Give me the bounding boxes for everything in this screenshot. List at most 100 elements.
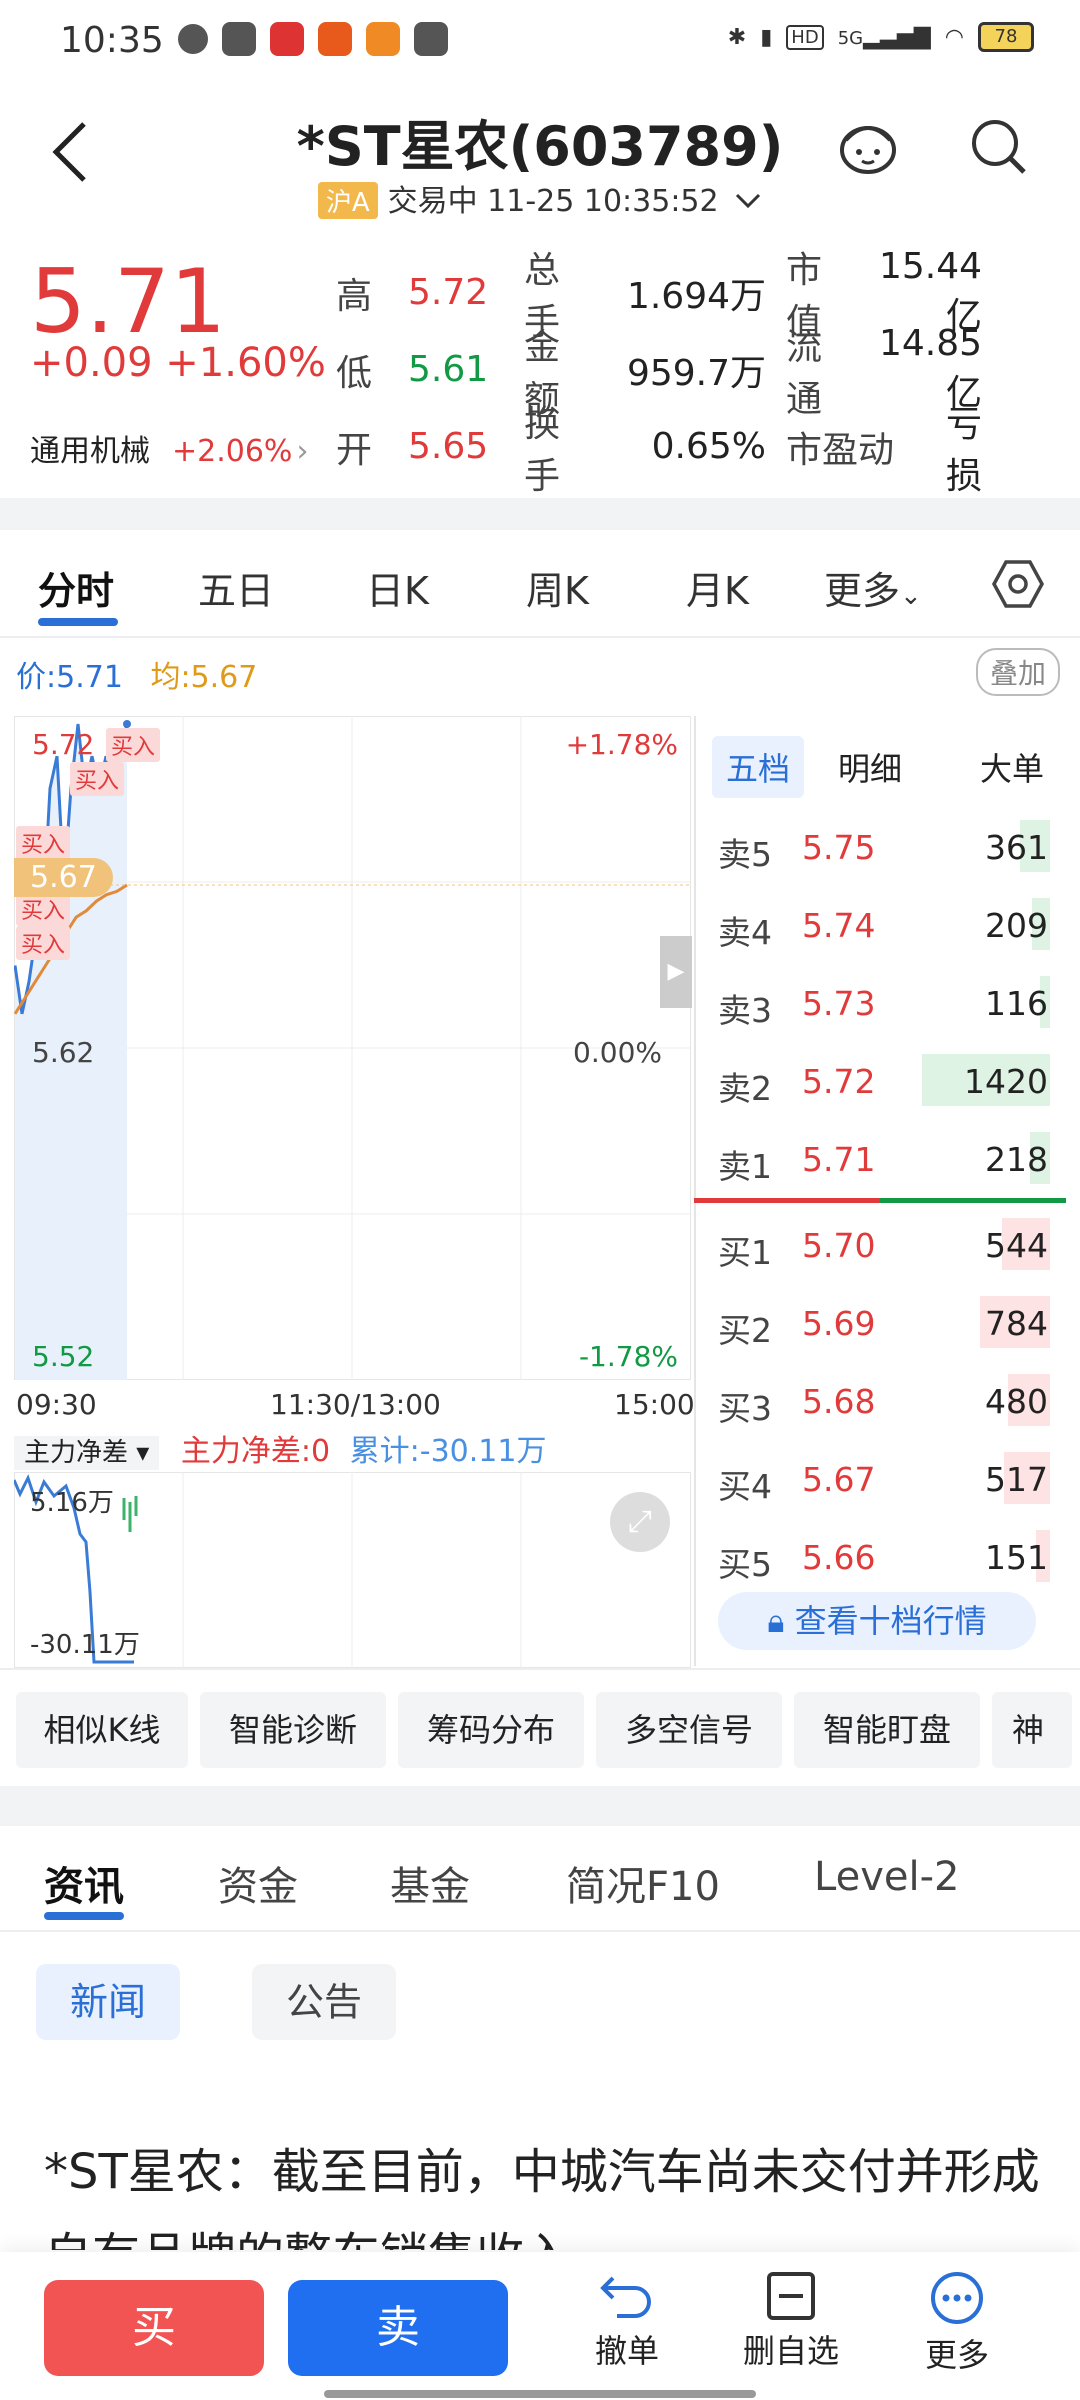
change-value: +0.09 (30, 340, 153, 386)
expand-handle[interactable]: ▶ (660, 936, 692, 1008)
time-end: 15:00 (614, 1388, 695, 1421)
divider (0, 636, 1080, 638)
battery-icon: 78 (978, 22, 1034, 52)
bid-row: 买4 5.67 517 (694, 1440, 1066, 1518)
flow-selector[interactable]: 主力净差 ▾ (14, 1436, 160, 1470)
tab-f10[interactable]: 简况F10 (566, 1854, 720, 1912)
ask-volume: 209 (985, 906, 1048, 945)
ask-row: 卖1 5.71 218 (694, 1120, 1066, 1198)
bid-price: 5.70 (802, 1226, 876, 1265)
change-percent: +1.60% (165, 340, 326, 386)
ten-level-button[interactable]: 🔒︎ 查看十档行情 (718, 1592, 1036, 1650)
bid-price: 5.69 (802, 1304, 876, 1343)
signal-icon: 5G▂▃▅▇ (837, 24, 931, 50)
intraday-chart[interactable]: 5.72 5.62 5.52 +1.78% 0.00% -1.78% 买入 买入… (14, 716, 692, 1380)
bottom-action-bar: 买 卖 撤单 删自选 更多 (0, 2252, 1080, 2400)
notification-icon (366, 22, 400, 56)
tab-five-levels[interactable]: 五档 (712, 736, 805, 798)
buy-signal-tag: 买入 (70, 762, 125, 796)
tab-daily-k[interactable]: 日K (366, 560, 429, 615)
more-action[interactable]: 更多 (892, 2270, 1022, 2376)
remove-watchlist-icon (767, 2272, 815, 2320)
cancel-order-action[interactable]: 撤单 (562, 2270, 692, 2372)
tab-five-day[interactable]: 五日 (198, 560, 274, 615)
remove-watchlist-action[interactable]: 删自选 (726, 2270, 856, 2372)
flow-selector-label: 主力净差 (24, 1438, 129, 1468)
network-type: 5G (837, 27, 864, 49)
chip-chip-distribution[interactable]: 筹码分布 (398, 1692, 584, 1768)
avg-price-bubble: 5.67 (14, 858, 113, 897)
feature-chips: 相似K线 智能诊断 筹码分布 多空信号 智能盯盘 神 (0, 1688, 1080, 1774)
chip-similar-k[interactable]: 相似K线 (16, 1692, 188, 1768)
ask-price: 5.71 (802, 1140, 876, 1179)
news-headline[interactable]: *ST星农：截至目前，中城汽车尚未交付并形成自有品牌的整车销售收入 (44, 2130, 1044, 2250)
ask-price: 5.72 (802, 1062, 876, 1101)
chip-smart-diagnosis[interactable]: 智能诊断 (200, 1692, 386, 1768)
ask-volume: 361 (985, 828, 1048, 867)
tab-fund[interactable]: 基金 (390, 1854, 470, 1912)
fullscreen-icon[interactable]: ⤢ (610, 1492, 670, 1552)
undo-icon (600, 2276, 651, 2318)
flow-top-label: 5.16万 (30, 1488, 114, 1518)
tab-level2[interactable]: Level-2 (814, 1854, 959, 1900)
subtab-announcements[interactable]: 公告 (252, 1964, 396, 2040)
sector-link[interactable]: 通用机械 +2.06% › (30, 426, 308, 470)
bid-volume: 517 (985, 1460, 1048, 1499)
buy-signal-tag: 买入 (16, 826, 71, 860)
tab-weekly-k[interactable]: 周K (526, 560, 589, 615)
tab-funds[interactable]: 资金 (218, 1854, 298, 1912)
bid-label: 买1 (718, 1233, 772, 1272)
tab-more[interactable]: 更多⌄ (824, 560, 922, 615)
y-axis-bottom-label: 5.52 (32, 1340, 95, 1373)
subtab-news[interactable]: 新闻 (36, 1964, 180, 2040)
tab-intraday[interactable]: 分时 (38, 560, 114, 615)
pe-label: 市盈动 (786, 429, 895, 471)
overlay-button[interactable]: 叠加 (976, 648, 1061, 696)
tab-big-orders[interactable]: 大单 (980, 744, 1044, 790)
y-axis-top-label: 5.72 (32, 728, 95, 761)
low-value: 5.61 (408, 349, 489, 390)
bid-volume: 480 (985, 1382, 1048, 1421)
bid-row: 买5 5.66 151 (694, 1518, 1066, 1596)
buy-signal-tag: 买入 (106, 728, 161, 762)
bid-volume: 151 (985, 1538, 1048, 1577)
flow-cumulative: 累计:-30.11万 (349, 1434, 547, 1469)
lock-icon: 🔒︎ (767, 1602, 785, 1640)
price-avg-row: 价:5.71 均:5.67 (16, 652, 257, 696)
notification-icon (222, 22, 256, 56)
chip-long-short-signal[interactable]: 多空信号 (596, 1692, 782, 1768)
order-book: 五档 明细 大单 卖5 5.75 361 卖4 5.74 209 卖3 5.73 116 卖… (694, 716, 1066, 1666)
notification-icon (318, 22, 352, 56)
more-dots-icon (931, 2272, 983, 2324)
chevron-down-icon: ⌄ (900, 581, 922, 611)
robot-assistant-icon[interactable] (836, 114, 900, 178)
buy-button[interactable]: 买 (44, 2280, 264, 2376)
ask-label: 卖3 (718, 991, 772, 1030)
trade-status-line[interactable]: 沪A 交易中 11-25 10:35:52 (0, 176, 1080, 220)
chip-smart-watch[interactable]: 智能盯盘 (794, 1692, 980, 1768)
y-axis-mid-label: 5.62 (32, 1036, 95, 1069)
ask-row: 卖5 5.75 361 (694, 808, 1066, 886)
more-label: 更多 (824, 569, 901, 613)
ask-label: 卖1 (718, 1147, 772, 1186)
divider (0, 1930, 1080, 1932)
quote-row: 开 5.65 换手 0.65% 市盈动 亏损 (336, 404, 1056, 497)
pct-mid-label: 0.00% (573, 1036, 662, 1069)
bid-price: 5.66 (802, 1538, 876, 1577)
system-icons: ✱ ▮ HD 5G▂▃▅▇ ◠ 78 (728, 22, 1034, 52)
ask-volume: 116 (985, 984, 1048, 1023)
tab-details[interactable]: 明细 (838, 744, 902, 790)
tab-monthly-k[interactable]: 月K (686, 560, 749, 615)
chip-more-feature[interactable]: 神 (992, 1692, 1072, 1768)
active-tab-indicator (44, 1912, 124, 1920)
ask-volume: 218 (985, 1140, 1048, 1179)
stock-header: *ST星农(603789) 沪A 交易中 11-25 10:35:52 (0, 90, 1080, 220)
bluetooth-icon: ✱ (727, 24, 747, 50)
time-mid: 11:30/13:00 (270, 1388, 441, 1421)
vibrate-icon: ▮ (760, 24, 773, 50)
sell-button[interactable]: 卖 (288, 2280, 508, 2376)
tab-news[interactable]: 资讯 (44, 1854, 124, 1912)
settings-icon[interactable] (992, 558, 1044, 610)
amount-value: 959.7万 (626, 352, 766, 394)
search-icon[interactable] (966, 114, 1030, 178)
